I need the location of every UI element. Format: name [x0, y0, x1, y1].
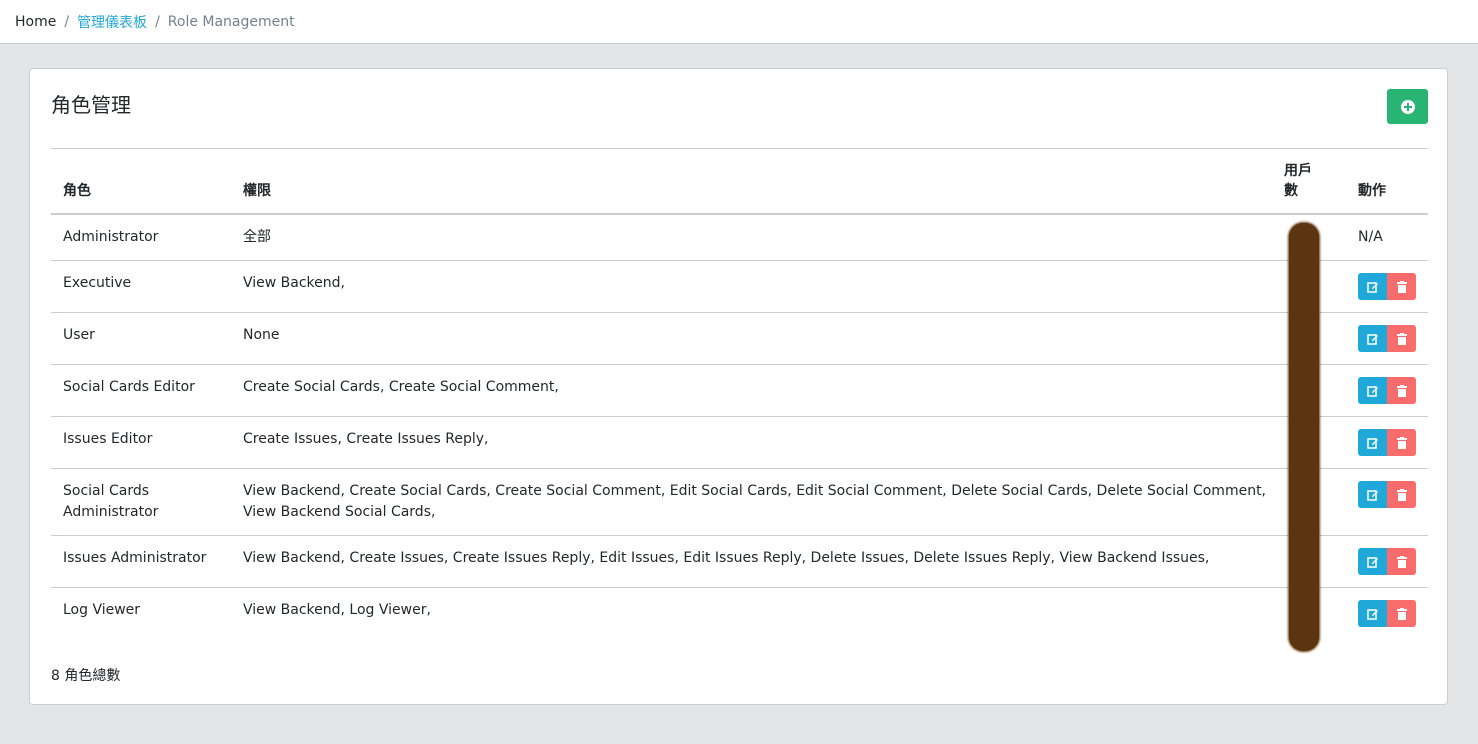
column-header-users-line1: 用戶 [1284, 163, 1312, 179]
role-actions [1346, 364, 1428, 417]
breadcrumb-current: Role Management [167, 13, 295, 30]
role-actions [1346, 416, 1428, 469]
role-permissions: View Backend, [231, 260, 1284, 313]
trash-icon [1396, 332, 1407, 345]
edit-icon [1366, 489, 1378, 501]
table-row: User None [51, 312, 1428, 365]
add-role-button[interactable] [1387, 89, 1428, 124]
role-name: Log Viewer [63, 602, 141, 618]
role-management-card: 角色管理 角色 權限 用戶 數 動作 Administrator 全部 N/A … [29, 68, 1448, 705]
roles-table: 角色 權限 用戶 數 動作 Administrator 全部 N/A Execu… [51, 149, 1428, 639]
edit-icon [1366, 556, 1378, 568]
edit-role-button[interactable] [1358, 273, 1387, 300]
role-permissions: Create Issues, Create Issues Reply, [231, 416, 1284, 469]
role-actions [1346, 260, 1428, 313]
trash-icon [1396, 436, 1407, 449]
role-actions [1346, 588, 1428, 640]
role-name: Issues Administrator [51, 535, 231, 588]
role-name: User [51, 312, 231, 365]
breadcrumb-separator: / [64, 13, 70, 30]
column-header-permissions[interactable]: 權限 [231, 149, 1284, 215]
breadcrumb-dashboard[interactable]: 管理儀表板 [77, 12, 147, 32]
role-permissions: 全部 [231, 214, 1284, 261]
column-header-role[interactable]: 角色 [51, 149, 231, 215]
role-permissions: View Backend, Log Viewer, [243, 602, 431, 618]
role-actions [1346, 312, 1428, 365]
role-permissions: Create Social Cards, Create Social Comme… [231, 364, 1284, 417]
edit-role-button[interactable] [1358, 600, 1387, 627]
column-header-actions: 動作 [1346, 149, 1428, 215]
edit-icon [1366, 437, 1378, 449]
trash-icon [1396, 488, 1407, 501]
role-name: Social Cards Administrator [51, 468, 231, 536]
delete-role-button[interactable] [1387, 377, 1416, 404]
table-header-row: 角色 權限 用戶 數 動作 [51, 149, 1428, 215]
edit-role-button[interactable] [1358, 377, 1387, 404]
column-header-users[interactable]: 用戶 數 [1284, 149, 1346, 215]
role-name: Social Cards Editor [51, 364, 231, 417]
delete-role-button[interactable] [1387, 273, 1416, 300]
breadcrumb-separator: / [155, 13, 160, 30]
edit-icon [1366, 608, 1378, 620]
delete-role-button[interactable] [1387, 325, 1416, 352]
delete-role-button[interactable] [1387, 429, 1416, 456]
role-permissions: View Backend, Create Issues, Create Issu… [231, 535, 1284, 588]
trash-icon [1396, 280, 1407, 293]
edit-icon [1366, 385, 1378, 397]
role-actions [1346, 468, 1428, 536]
role-permissions: View Backend, Create Social Cards, Creat… [231, 468, 1284, 536]
trash-icon [1396, 555, 1407, 568]
role-total-count: 8 角色總數 [51, 668, 121, 684]
plus-circle-icon [1400, 99, 1415, 114]
edit-role-button[interactable] [1358, 429, 1387, 456]
edit-role-button[interactable] [1358, 325, 1387, 352]
role-name: Issues Editor [51, 416, 231, 469]
role-actions [1346, 535, 1428, 588]
breadcrumb: Home / 管理儀表板 / Role Management [0, 0, 1478, 44]
redaction-scribble [1289, 223, 1319, 651]
table-row: Executive View Backend, [51, 260, 1428, 313]
edit-role-button[interactable] [1358, 548, 1387, 575]
table-row: Issues Administrator View Backend, Creat… [51, 535, 1428, 588]
table-row: Administrator 全部 N/A [51, 214, 1428, 261]
table-row: Social Cards Editor Create Social Cards,… [51, 364, 1428, 417]
column-header-users-line2: 數 [1284, 183, 1298, 199]
role-permissions: None [231, 312, 1284, 365]
edit-icon [1366, 333, 1378, 345]
delete-role-button[interactable] [1387, 481, 1416, 508]
role-actions-na: N/A [1346, 214, 1428, 261]
table-row: Social Cards Administrator View Backend,… [51, 468, 1428, 536]
delete-role-button[interactable] [1387, 548, 1416, 575]
breadcrumb-home[interactable]: Home [15, 14, 56, 30]
role-name: Administrator [51, 214, 231, 261]
delete-role-button[interactable] [1387, 600, 1416, 627]
table-row: Log Viewer View Backend, Log Viewer, [51, 588, 1428, 640]
role-name: Executive [51, 260, 231, 313]
trash-icon [1396, 384, 1407, 397]
edit-role-button[interactable] [1358, 481, 1387, 508]
table-row: Issues Editor Create Issues, Create Issu… [51, 416, 1428, 469]
edit-icon [1366, 281, 1378, 293]
trash-icon [1396, 607, 1407, 620]
page-title: 角色管理 [51, 93, 131, 117]
